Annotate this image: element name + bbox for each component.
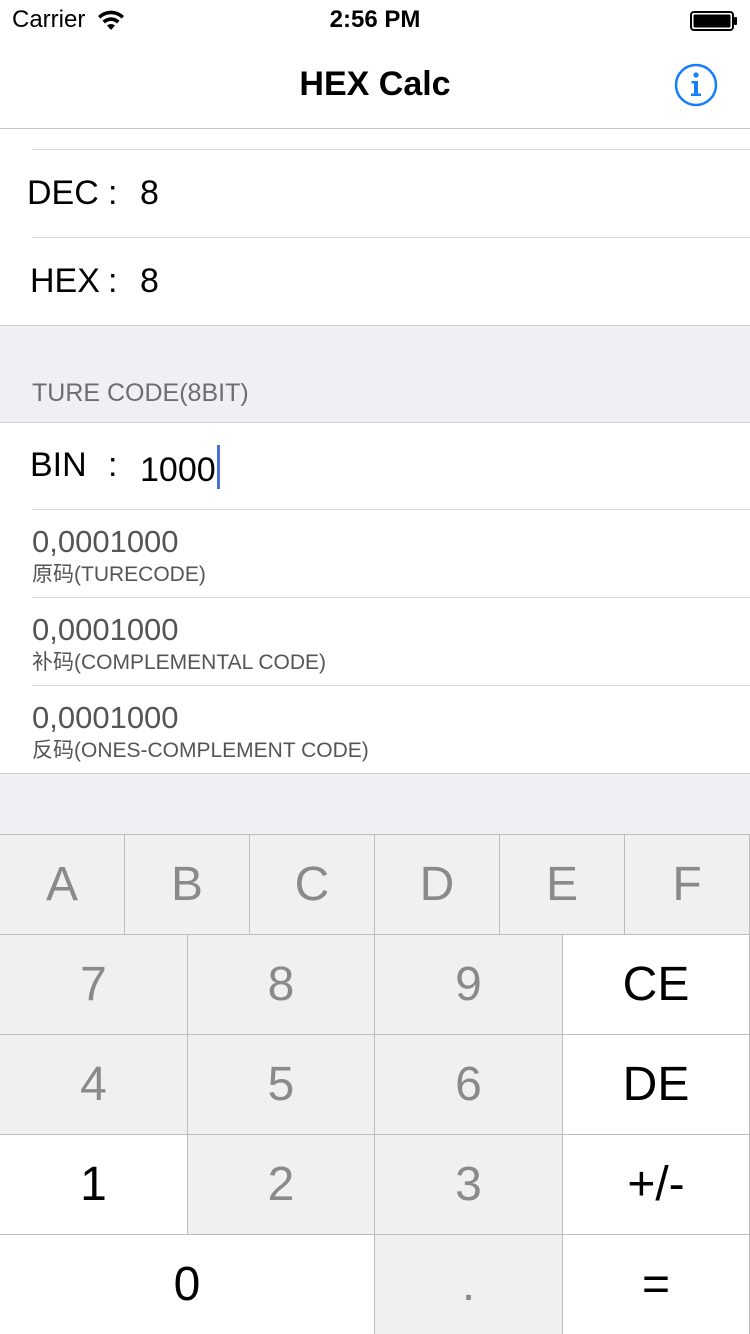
complemental-value: 0,0001000 [32,612,179,647]
complemental-label: 补码(COMPLEMENTAL CODE) [32,651,327,674]
dec-label: DEC [27,174,99,212]
battery-icon [690,11,738,31]
hex-label: HEX [30,262,100,300]
section-border-top [0,325,750,326]
key-d[interactable]: D [375,835,500,935]
text-caret [216,445,220,489]
nav-divider [0,128,750,129]
key-a[interactable]: A [0,835,125,935]
key-9[interactable]: 9 [375,935,563,1035]
section-header-title: TURE CODE(8BIT) [32,379,249,407]
ones-complement-value: 0,0001000 [32,700,179,735]
bin-separator: : [108,446,118,484]
bin-label: BIN [30,446,87,484]
key-2[interactable]: 2 [188,1135,375,1235]
hex-row[interactable]: HEX : 8 [0,238,750,325]
key-e[interactable]: E [500,835,625,935]
spacer-border [0,773,750,774]
turecode-label: 原码(TURECODE) [32,563,206,586]
key-1[interactable]: 1 [0,1135,188,1235]
key-5[interactable]: 5 [188,1035,375,1135]
key-c[interactable]: C [250,835,375,935]
equals-button[interactable]: = [563,1235,750,1334]
info-circle-icon [674,63,718,107]
clear-entry-button[interactable]: CE [563,935,750,1035]
status-bar: Carrier 2:56 PM [0,0,750,40]
key-4[interactable]: 4 [0,1035,188,1135]
decimal-point-key[interactable]: . [375,1235,563,1334]
bin-value: 1000 [140,451,216,489]
bin-row[interactable]: BIN : 1000 [0,423,750,509]
dec-input[interactable]: 8 [140,173,159,213]
dec-separator: : [108,174,118,212]
key-b[interactable]: B [125,835,250,935]
hex-input[interactable]: 8 [140,261,159,301]
key-f[interactable]: F [625,835,750,935]
info-button[interactable] [673,62,719,108]
key-7[interactable]: 7 [0,935,188,1035]
code-row-complemental: 0,0001000 补码(COMPLEMENTAL CODE) [0,598,750,685]
code-row-turecode: 0,0001000 原码(TURECODE) [0,510,750,597]
turecode-value: 0,0001000 [32,524,179,559]
key-0[interactable]: 0 [0,1235,375,1334]
code-row-ones-complement: 0,0001000 反码(ONES-COMPLEMENT CODE) [0,686,750,773]
key-8[interactable]: 8 [188,935,375,1035]
spacer [0,773,750,834]
key-6[interactable]: 6 [375,1035,563,1135]
bin-input[interactable]: 1000 [140,445,220,490]
sign-toggle-button[interactable]: +/- [563,1135,750,1235]
ones-complement-label: 反码(ONES-COMPLEMENT CODE) [32,739,369,762]
nav-title: HEX Calc [299,65,451,103]
hex-separator: : [108,262,118,300]
delete-button[interactable]: DE [563,1035,750,1135]
dec-row[interactable]: DEC : 8 [0,150,750,237]
key-3[interactable]: 3 [375,1135,563,1235]
clock: 2:56 PM [329,6,421,33]
